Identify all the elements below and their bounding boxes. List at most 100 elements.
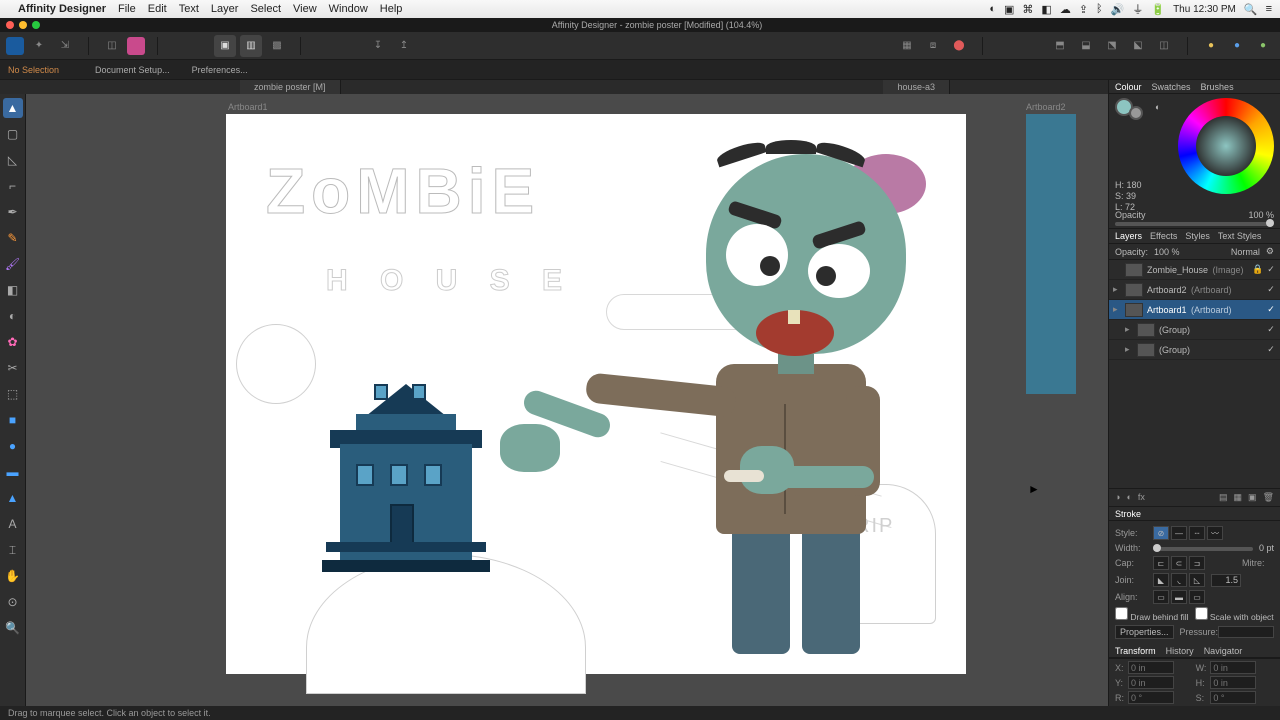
pressure-curve[interactable] xyxy=(1218,626,1274,638)
place-tool[interactable]: ✿ xyxy=(3,332,23,352)
volume-icon[interactable]: 🔊 xyxy=(1111,3,1125,16)
window-maximize-button[interactable] xyxy=(32,21,40,29)
status-icon[interactable]: ▣ xyxy=(1004,3,1014,16)
join-round-button[interactable]: ◟ xyxy=(1171,573,1187,587)
join-bevel-button[interactable]: ◺ xyxy=(1189,573,1205,587)
transform-w-input[interactable] xyxy=(1210,661,1256,674)
tab-colour[interactable]: Colour xyxy=(1115,82,1142,92)
toolbar-button[interactable]: ◫ xyxy=(101,35,123,57)
visibility-checkbox[interactable]: ✓ xyxy=(1266,284,1276,295)
trash-icon[interactable]: 🗑 xyxy=(1263,492,1274,503)
zoom-tool[interactable]: 🔍 xyxy=(3,618,23,638)
tab-swatches[interactable]: Swatches xyxy=(1152,82,1191,92)
layer-row[interactable]: ▸Artboard1 (Artboard)✓ xyxy=(1109,300,1280,320)
stroke-width-value[interactable]: 0 pt xyxy=(1259,543,1274,553)
blend-mode-select[interactable]: Normal xyxy=(1231,247,1260,257)
visibility-checkbox[interactable]: ✓ xyxy=(1266,344,1276,355)
artboard2[interactable] xyxy=(1026,114,1076,394)
arrange-button[interactable]: ⬔ xyxy=(1101,35,1123,57)
tab-brushes[interactable]: Brushes xyxy=(1201,82,1234,92)
toolbar-button[interactable]: ⬤ xyxy=(948,35,970,57)
tab-styles[interactable]: Styles xyxy=(1185,231,1210,241)
text-tool[interactable]: A xyxy=(3,514,23,534)
arrange-button[interactable]: ◫ xyxy=(1153,35,1175,57)
stroke-width-slider[interactable] xyxy=(1153,547,1253,551)
expand-arrow-icon[interactable]: ▸ xyxy=(1125,344,1133,355)
mask-icon[interactable]: ◑ xyxy=(1115,492,1120,503)
crop-tool[interactable]: ⬚ xyxy=(3,384,23,404)
tab-navigator[interactable]: Navigator xyxy=(1204,646,1243,656)
visibility-checkbox[interactable]: ✓ xyxy=(1266,304,1276,315)
stroke-dash-button[interactable]: ┄ xyxy=(1189,526,1205,540)
cap-round-button[interactable]: ⊂ xyxy=(1171,556,1187,570)
menu-window[interactable]: Window xyxy=(329,3,368,15)
zombie-illustration[interactable] xyxy=(506,144,946,674)
snap-geometry-button[interactable]: ▥ xyxy=(240,35,262,57)
layer-name[interactable]: Artboard2 (Artboard) xyxy=(1147,285,1262,295)
layer-name[interactable]: Zombie_House (Image) xyxy=(1147,265,1248,275)
snap-candidates-button[interactable]: ▩ xyxy=(266,35,288,57)
window-minimize-button[interactable] xyxy=(19,21,27,29)
artboard1[interactable]: ZoMBiE H O U S E xyxy=(226,114,966,674)
corner-tool[interactable]: ⌐ xyxy=(3,176,23,196)
stroke-swatch[interactable] xyxy=(1129,106,1143,120)
fill-tool[interactable]: ◧ xyxy=(3,280,23,300)
expand-arrow-icon[interactable]: ▸ xyxy=(1125,324,1133,335)
transform-s-input[interactable] xyxy=(1210,691,1256,704)
artboard-label[interactable]: Artboard2 xyxy=(1026,102,1066,112)
transparency-tool[interactable]: ◐ xyxy=(3,306,23,326)
node-tool[interactable]: ◺ xyxy=(3,150,23,170)
toolbar-button[interactable]: ● xyxy=(1252,35,1274,57)
preferences-button[interactable]: Preferences... xyxy=(192,65,248,75)
status-icon[interactable]: ◐ xyxy=(989,3,996,15)
cap-square-button[interactable]: ⊐ xyxy=(1189,556,1205,570)
group-icon[interactable]: ▣ xyxy=(1248,492,1257,503)
align-center-button[interactable]: ▭ xyxy=(1153,590,1169,604)
dropbox-icon[interactable]: ⇪ xyxy=(1079,3,1088,16)
expand-arrow-icon[interactable]: ▸ xyxy=(1113,304,1121,315)
stroke-solid-button[interactable]: — xyxy=(1171,526,1187,540)
menu-edit[interactable]: Edit xyxy=(148,3,167,15)
text-frame-tool[interactable]: ⌶ xyxy=(3,540,23,560)
artboard-label[interactable]: Artboard1 xyxy=(228,102,268,112)
menu-text[interactable]: Text xyxy=(179,3,199,15)
stroke-brush-button[interactable]: 〰 xyxy=(1207,526,1223,540)
layer-row[interactable]: ▸(Group) ✓ xyxy=(1109,340,1280,360)
menu-help[interactable]: Help xyxy=(380,3,403,15)
mitre-input[interactable] xyxy=(1211,574,1241,587)
transform-r-input[interactable] xyxy=(1128,691,1174,704)
wifi-icon[interactable]: ⏚ xyxy=(1132,1,1143,17)
draw-behind-checkbox[interactable]: Draw behind fill xyxy=(1115,607,1189,622)
layer-row[interactable]: ▸Artboard2 (Artboard)✓ xyxy=(1109,280,1280,300)
move-tool[interactable]: ▲ xyxy=(3,98,23,118)
transform-y-input[interactable] xyxy=(1128,676,1174,689)
status-icon[interactable]: ⌘ xyxy=(1022,3,1033,16)
align-outside-button[interactable]: ▭ xyxy=(1189,590,1205,604)
menubar-clock[interactable]: Thu 12:30 PM xyxy=(1173,4,1236,15)
tab-transform[interactable]: Transform xyxy=(1115,646,1156,656)
tab-effects[interactable]: Effects xyxy=(1150,231,1177,241)
tab-text-styles[interactable]: Text Styles xyxy=(1218,231,1262,241)
menu-view[interactable]: View xyxy=(293,3,317,15)
triangle-tool[interactable]: ▲ xyxy=(3,488,23,508)
colour-wheel[interactable] xyxy=(1178,98,1274,194)
stroke-none-button[interactable]: ⊘ xyxy=(1153,526,1169,540)
crop-tool[interactable]: ✂ xyxy=(3,358,23,378)
snap-bounds-button[interactable]: ▣ xyxy=(214,35,236,57)
color-picker-tool[interactable]: ⊙ xyxy=(3,592,23,612)
toolbar-button[interactable]: ● xyxy=(1226,35,1248,57)
align-inside-button[interactable]: ▬ xyxy=(1171,590,1187,604)
rectangle-tool[interactable]: ■ xyxy=(3,410,23,430)
add-layer-icon[interactable]: ▤ xyxy=(1219,492,1228,503)
pan-tool[interactable]: ✋ xyxy=(3,566,23,586)
window-close-button[interactable] xyxy=(6,21,14,29)
canvas[interactable]: Artboard1 Artboard2 ZoMBiE H O U S E xyxy=(26,94,1108,706)
ellipse-tool[interactable]: ● xyxy=(3,436,23,456)
gear-icon[interactable]: ⚙ xyxy=(1266,246,1274,257)
lock-icon[interactable]: 🔒 xyxy=(1252,264,1262,275)
toolbar-button[interactable]: ↧ xyxy=(367,35,389,57)
document-setup-button[interactable]: Document Setup... xyxy=(95,65,170,75)
transform-h-input[interactable] xyxy=(1210,676,1256,689)
house-illustration[interactable] xyxy=(326,374,486,574)
pen-tool[interactable]: ✒ xyxy=(3,202,23,222)
